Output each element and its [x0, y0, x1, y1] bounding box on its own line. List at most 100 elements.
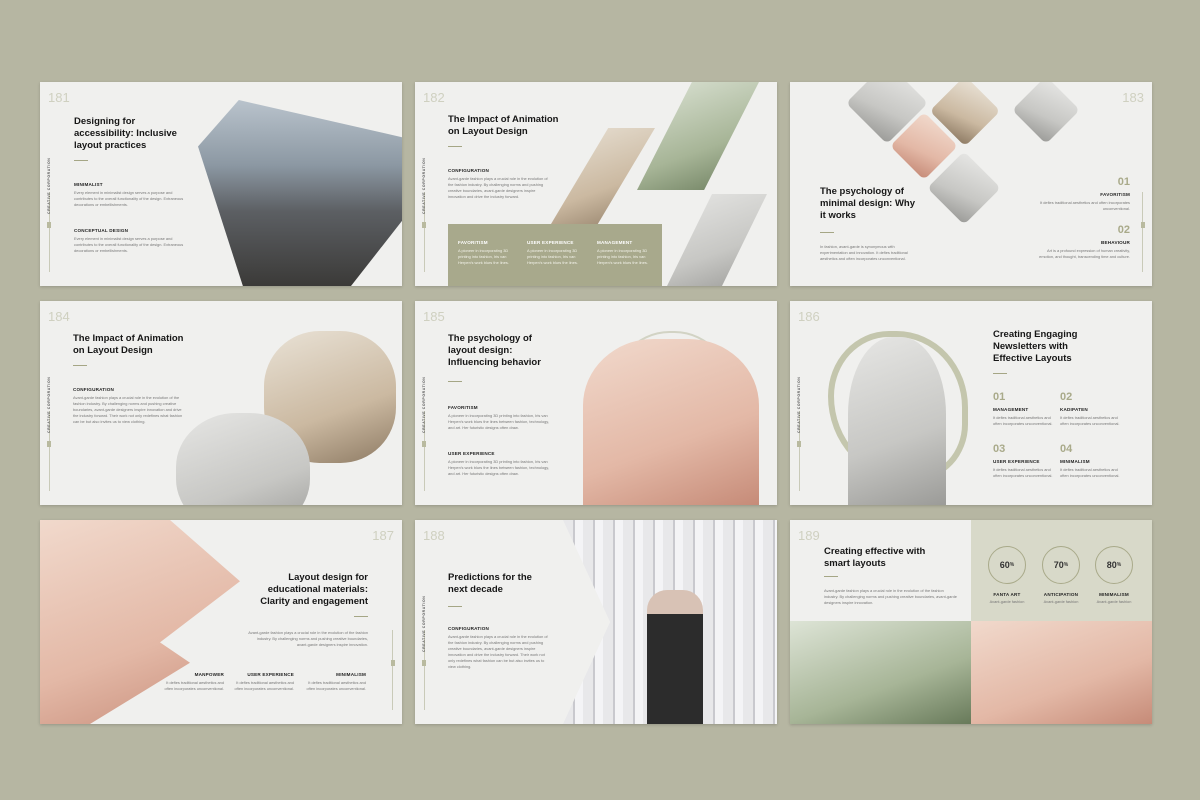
gallery-photo-2: [1012, 82, 1080, 144]
title-rule: [448, 146, 462, 147]
vertical-label: CREATIVE CORPORATION: [422, 595, 426, 652]
slide-182[interactable]: 182 CREATIVE CORPORATION The Impact of A…: [415, 82, 777, 286]
slide-181[interactable]: 181 CREATIVE CORPORATION Designing for a…: [40, 82, 402, 286]
item-label: CONFIGURATION: [448, 626, 490, 631]
businesswoman-photo: [848, 337, 946, 505]
slide-title: The Impact of Animation on Layout Design: [448, 114, 559, 137]
slide-title: The Impact of Animation on Layout Design: [73, 333, 184, 356]
item-number: 01: [1117, 176, 1130, 188]
stat-value: 80: [1106, 560, 1117, 570]
stat-sub: Avant-garde fashion: [989, 599, 1025, 604]
vertical-label: CREATIVE CORPORATION: [797, 376, 801, 433]
side-marker: [422, 660, 426, 666]
laughing-man-photo: [583, 339, 759, 505]
column-label: MANAGEMENT: [597, 240, 633, 245]
vertical-label: CREATIVE CORPORATION: [47, 376, 51, 433]
item-label: CONFIGURATION: [448, 168, 490, 173]
item-text: It defies traditional aesthetics and oft…: [1040, 200, 1130, 211]
side-marker: [47, 441, 51, 447]
item-number: 01: [993, 391, 1006, 403]
slide-title: The psychology of minimal design: Why it…: [820, 186, 916, 221]
column-text: A pioneer in incorporating 3D printing i…: [527, 248, 578, 265]
woman-flower-photo: [971, 621, 1152, 724]
slide-title: Creating Engaging Newsletters with Effec…: [993, 329, 1078, 364]
slide-number: 188: [423, 528, 445, 543]
body-text: Avant-garde fashion plays a crucial role…: [824, 588, 957, 605]
slide-number: 186: [798, 309, 820, 324]
side-marker: [391, 660, 395, 666]
item-text: It defies traditional aesthetics and oft…: [306, 680, 366, 691]
item-number: 03: [993, 443, 1006, 455]
stat-unit: %: [1063, 562, 1069, 568]
slide-189[interactable]: 189 Creating effective with smart layout…: [790, 520, 1152, 724]
item-text: Avant-garde fashion plays a crucial role…: [73, 395, 183, 424]
stat-label: FANTA ART: [993, 592, 1021, 597]
slide-187[interactable]: 187 Layout design for educational materi…: [40, 520, 402, 724]
man-flowers-photo: [176, 413, 310, 505]
vertical-label: CREATIVE CORPORATION: [422, 376, 426, 433]
slide-184[interactable]: 184 CREATIVE CORPORATION The Impact of A…: [40, 301, 402, 505]
slide-185[interactable]: 185 CREATIVE CORPORATION The psychology …: [415, 301, 777, 505]
stat-label: MINIMALISM: [1099, 592, 1129, 597]
slide-188[interactable]: 188 CREATIVE CORPORATION Predictions for…: [415, 520, 777, 724]
slide-186[interactable]: 186 CREATIVE CORPORATION Creating Engagi…: [790, 301, 1152, 505]
item-label: USER EXPERIENCE: [993, 459, 1040, 464]
column-text: A pioneer in incorporating 3D printing i…: [458, 248, 509, 265]
item-text: Every element in minimalist design serve…: [74, 190, 184, 207]
item-label: CONFIGURATION: [73, 387, 115, 392]
body-text: Avant-garde fashion plays a crucial role…: [248, 630, 368, 647]
item-text: It defies traditional aesthetics and oft…: [164, 680, 224, 691]
stat-label: ANTICIPATION: [1043, 592, 1079, 597]
title-rule: [448, 606, 462, 607]
item-text: It defies traditional aesthetics and oft…: [1060, 415, 1120, 426]
slide-title: Layout design for educational materials:…: [260, 572, 368, 607]
item-text: A pioneer in incorporating 3D printing i…: [448, 459, 550, 476]
stat-circle-3: 80%: [1095, 546, 1133, 584]
item-text: Art is a profound expression of human cr…: [1039, 248, 1130, 259]
item-label: MANPOWER: [194, 672, 224, 677]
desk-vase-photo: [40, 520, 240, 724]
side-marker: [422, 441, 426, 447]
slide-title: Designing for accessibility: Inclusive l…: [74, 116, 177, 151]
slide-number: 185: [423, 309, 445, 324]
title-rule: [824, 576, 838, 577]
slide-title: The psychology of layout design: Influen…: [448, 333, 541, 368]
slide-number: 182: [423, 90, 445, 105]
stat-circle-1: 60%: [988, 546, 1026, 584]
item-text: Avant-garde fashion plays a crucial role…: [448, 634, 548, 669]
item-label: CONCEPTUAL DESIGN: [74, 228, 129, 233]
fashion-photo-2: [637, 82, 759, 190]
item-text: A pioneer in incorporating 3D printing i…: [448, 413, 550, 430]
item-text: It defies traditional aesthetics and oft…: [1060, 467, 1120, 478]
item-label: BEHAVIOUR: [1100, 240, 1130, 245]
item-text: It defies traditional aesthetics and oft…: [234, 680, 294, 691]
item-label: MANAGEMENT: [993, 407, 1029, 412]
item-label: MINIMALISM: [1060, 459, 1090, 464]
stat-unit: %: [1116, 562, 1122, 568]
stat-sub: Avant-garde fashion: [1096, 599, 1132, 604]
stat-value: 70: [1053, 560, 1064, 570]
side-marker: [797, 441, 801, 447]
item-number: 02: [1117, 224, 1130, 236]
stat-sub: Avant-garde fashion: [1043, 599, 1079, 604]
slide-number: 181: [48, 90, 70, 105]
woman-plant-photo: [790, 621, 971, 724]
item-label: FAVORITISM: [1100, 192, 1130, 197]
slide-183[interactable]: 183 The psychology of minimal design: Wh…: [790, 82, 1152, 286]
title-rule: [73, 365, 87, 366]
side-rule: [1142, 192, 1143, 272]
stat-unit: %: [1009, 562, 1015, 568]
stat-value: 60: [999, 560, 1010, 570]
title-rule: [820, 232, 834, 233]
slide-number: 189: [798, 528, 820, 543]
item-text: It defies traditional aesthetics and oft…: [993, 415, 1053, 426]
slide-title: Creating effective with smart layouts: [824, 546, 926, 569]
side-rule: [392, 630, 393, 710]
item-number: 02: [1060, 391, 1073, 403]
title-rule: [74, 160, 88, 161]
item-label: USER EXPERIENCE: [448, 451, 495, 456]
item-label: MINIMALIST: [74, 182, 103, 187]
slide-number: 187: [372, 528, 394, 543]
side-marker: [47, 222, 51, 228]
stat-circle-2: 70%: [1042, 546, 1080, 584]
